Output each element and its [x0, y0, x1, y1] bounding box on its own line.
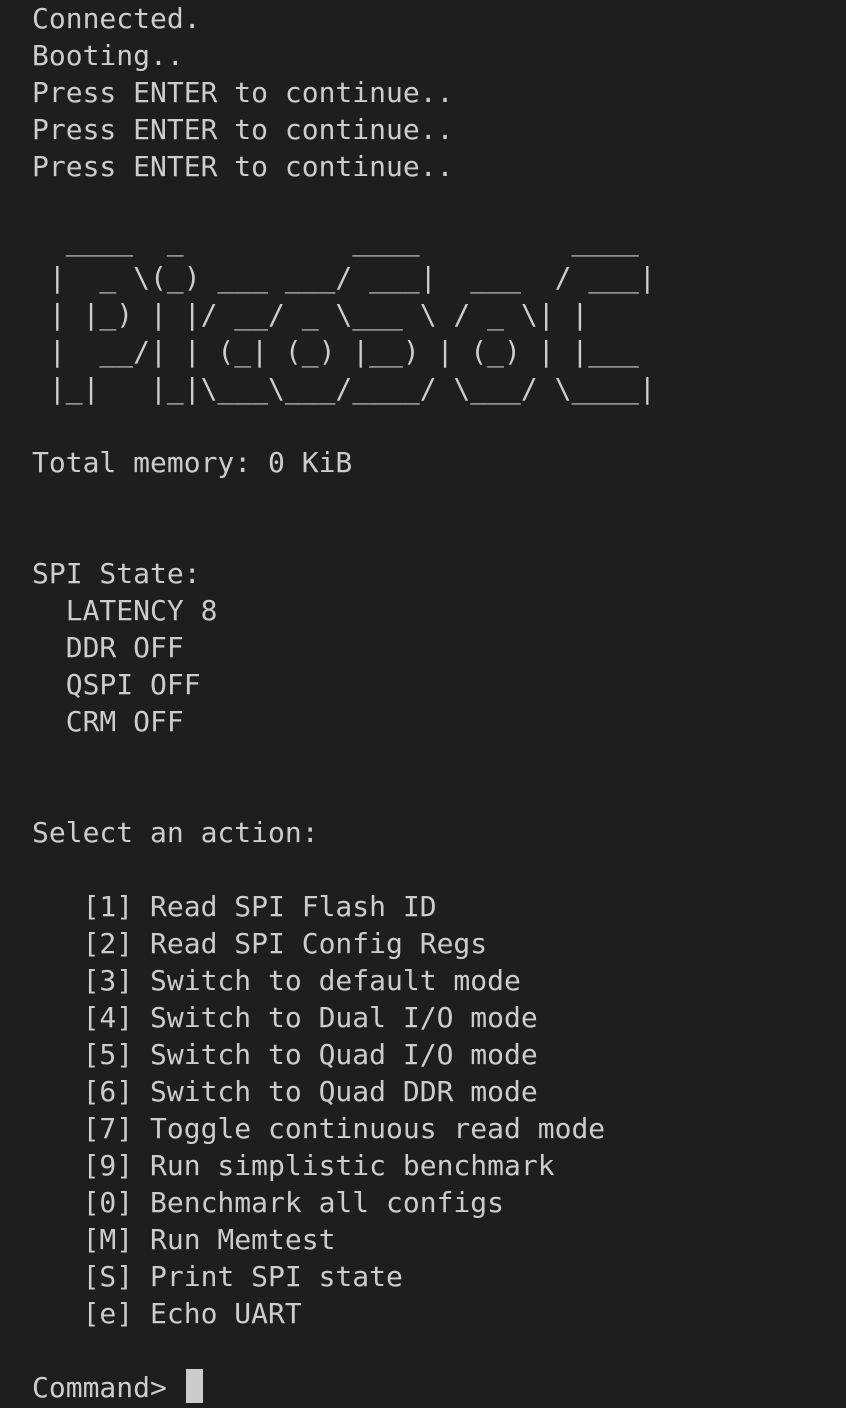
boot-log-line: Connected. — [32, 2, 201, 35]
spi-state-item: LATENCY 8 — [32, 594, 218, 627]
command-prompt-line[interactable]: Command> — [32, 1369, 203, 1406]
menu-item: [M] Run Memtest — [32, 1223, 336, 1256]
text-cursor[interactable] — [185, 1369, 203, 1403]
menu-item: [1] Read SPI Flash ID — [32, 890, 437, 923]
boot-log-line: Booting.. — [32, 39, 184, 72]
menu-item: [6] Switch to Quad DDR mode — [32, 1075, 538, 1108]
menu-item: [7] Toggle continuous read mode — [32, 1112, 606, 1145]
memory-line: Total memory: 0 KiB — [32, 446, 353, 479]
menu-item: [0] Benchmark all configs — [32, 1186, 505, 1219]
spi-state-header: SPI State: — [32, 557, 201, 590]
menu-item: [3] Switch to default mode — [32, 964, 521, 997]
ascii-banner-line: | |_) | |/ __/ _ \___ \ / _ \| | — [32, 298, 589, 331]
ascii-banner-line: | _ \(_) ___ ___/ ___| ___ / ___| — [32, 261, 656, 294]
menu-item: [4] Switch to Dual I/O mode — [32, 1001, 538, 1034]
terminal-window[interactable]: Connected. Booting.. Press ENTER to cont… — [0, 0, 846, 1408]
menu-item: [e] Echo UART — [32, 1297, 302, 1330]
command-prompt: Command> — [32, 1371, 184, 1404]
ascii-banner-line: ____ _ ____ ____ — [32, 224, 639, 257]
spi-state-item: QSPI OFF — [32, 668, 201, 701]
boot-log-line: Press ENTER to continue.. — [32, 150, 454, 183]
menu-header: Select an action: — [32, 816, 319, 849]
ascii-banner-line: |_| |_|\___\___/____/ \___/ \____| — [32, 372, 656, 405]
menu-item: [9] Run simplistic benchmark — [32, 1149, 555, 1182]
boot-log-line: Press ENTER to continue.. — [32, 76, 454, 109]
menu-item: [2] Read SPI Config Regs — [32, 927, 488, 960]
ascii-banner-line: | __/| | (_| (_) |__) | (_) | |___ — [32, 335, 639, 368]
menu-item: [S] Print SPI state — [32, 1260, 403, 1293]
spi-state-item: DDR OFF — [32, 631, 184, 664]
boot-log-line: Press ENTER to continue.. — [32, 113, 454, 146]
spi-state-item: CRM OFF — [32, 705, 184, 738]
menu-item: [5] Switch to Quad I/O mode — [32, 1038, 538, 1071]
